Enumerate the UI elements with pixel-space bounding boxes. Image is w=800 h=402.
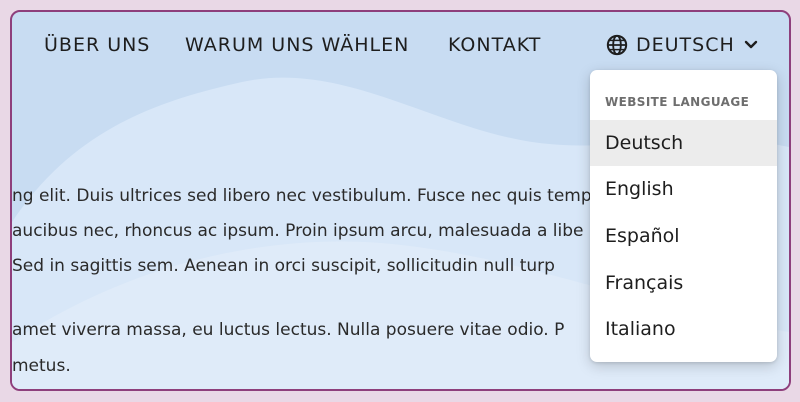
language-option-label: Italiano [605, 318, 676, 340]
language-option-label: Français [605, 272, 684, 294]
current-language-label: DEUTSCH [636, 34, 735, 56]
top-navigation: ÜBER UNS WARUM UNS WÄHLEN KONTAKT DEUTSC… [12, 12, 789, 78]
text-line: ng elit. Duis ultrices sed libero nec ve… [12, 186, 610, 206]
language-option-italiano[interactable]: Italiano [590, 306, 777, 352]
language-option-francais[interactable]: Français [590, 260, 777, 306]
text-line: Sed in sagittis sem. Aenean in orci susc… [12, 256, 555, 276]
globe-icon [606, 34, 628, 56]
language-switcher-button[interactable]: DEUTSCH [606, 33, 758, 57]
language-dropdown-menu: WEBSITE LANGUAGE Deutsch English Español… [590, 70, 777, 362]
language-option-label: English [605, 178, 674, 200]
language-option-deutsch[interactable]: Deutsch [590, 120, 777, 166]
language-option-label: Español [605, 225, 680, 247]
nav-link-contact[interactable]: KONTAKT [448, 34, 541, 56]
chevron-down-icon [744, 40, 758, 50]
language-option-english[interactable]: English [590, 166, 777, 212]
text-line: amet viverra massa, eu luctus lectus. Nu… [12, 320, 565, 340]
text-line: aucibus nec, rhoncus ac ipsum. Proin ips… [12, 221, 584, 241]
language-option-label: Deutsch [605, 132, 684, 154]
page-frame: ÜBER UNS WARUM UNS WÄHLEN KONTAKT DEUTSC… [10, 10, 791, 391]
text-line: metus. [12, 356, 71, 376]
language-menu-header: WEBSITE LANGUAGE [605, 95, 750, 109]
nav-link-why-us[interactable]: WARUM UNS WÄHLEN [185, 34, 409, 56]
nav-link-about-us[interactable]: ÜBER UNS [44, 34, 150, 56]
language-option-espanol[interactable]: Español [590, 213, 777, 259]
